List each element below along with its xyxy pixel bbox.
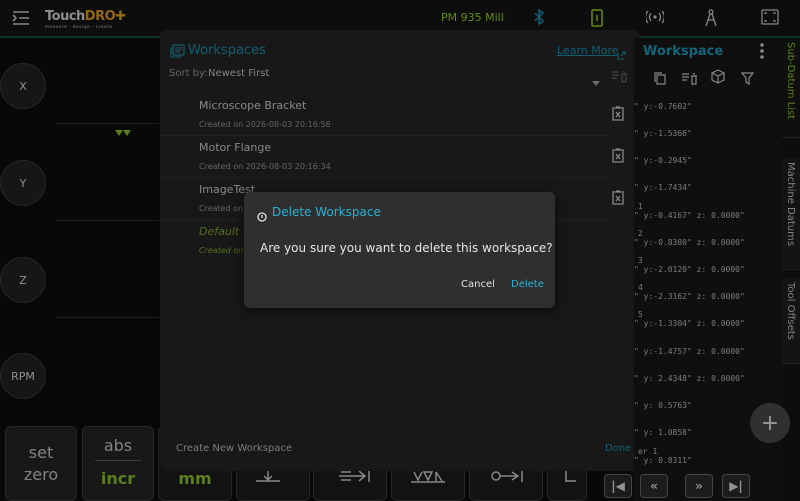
dialog-message: Are you sure you want to delete this wor… (260, 241, 553, 255)
delete-workspace-dialog: Delete Workspace Are you sure you want t… (244, 192, 555, 308)
info-icon (257, 207, 267, 226)
cancel-button[interactable]: Cancel (461, 279, 495, 290)
delete-button[interactable]: Delete (511, 279, 544, 290)
dialog-title: Delete Workspace (272, 205, 381, 219)
